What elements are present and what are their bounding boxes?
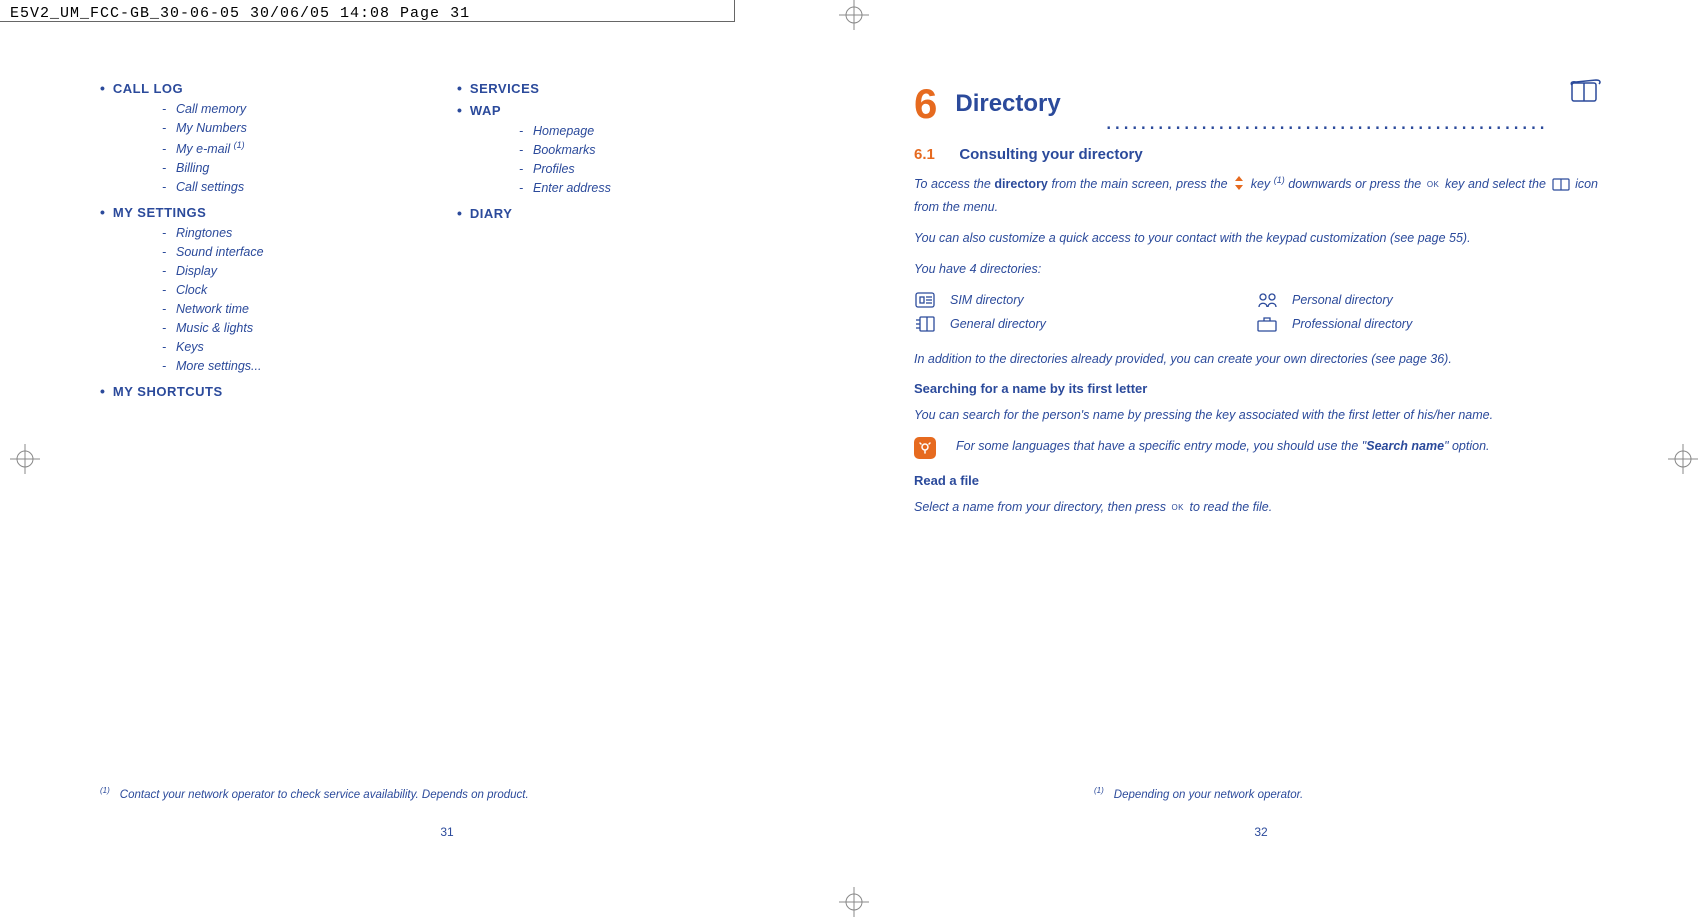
sim-icon: [914, 292, 936, 308]
chapter-number: 6: [914, 80, 937, 128]
menu-heading: MY SHORTCUTS: [113, 384, 223, 399]
menu-item: My e-mail (1): [176, 142, 245, 156]
menu-column-2: •SERVICES •WAP -Homepage -Bookmarks -Pro…: [457, 80, 794, 405]
registration-mark-bottom: [839, 887, 869, 917]
lightbulb-tip-icon: [914, 437, 936, 459]
tip-text: For some languages that have a specific …: [956, 437, 1490, 456]
subheading: Read a file: [914, 473, 1598, 488]
directory-list: SIM directory General directory: [914, 292, 1598, 340]
menu-heading: SERVICES: [470, 81, 540, 96]
menu-heading: CALL LOG: [113, 81, 183, 96]
personal-icon: [1256, 292, 1278, 308]
menu-item: My Numbers: [176, 121, 247, 135]
menu-item: Clock: [176, 283, 207, 297]
registration-mark-left: [10, 444, 40, 474]
body-paragraph: Select a name from your directory, then …: [914, 498, 1598, 517]
body-paragraph: You can search for the person's name by …: [914, 406, 1598, 425]
menu-item: Network time: [176, 302, 249, 316]
page-right: 6 Directory ............................…: [894, 65, 1628, 845]
menu-directory-icon: [1552, 177, 1570, 197]
menu-item: Call memory: [176, 102, 246, 116]
menu-column-1: •CALL LOG -Call memory -My Numbers -My e…: [100, 80, 437, 405]
chapter-title: Directory: [955, 90, 1060, 117]
menu-item: Display: [176, 264, 217, 278]
menu-item: Sound interface: [176, 245, 264, 259]
page-left: •CALL LOG -Call memory -My Numbers -My e…: [80, 65, 814, 845]
page-number: 32: [894, 825, 1628, 839]
menu-item: Profiles: [533, 162, 575, 176]
chapter-heading: 6 Directory ............................…: [914, 80, 1598, 128]
nav-key-icon: [1233, 176, 1245, 196]
leader-dots: ........................................…: [1105, 108, 1548, 136]
document-spread: E5V2_UM_FCC-GB_30-06-05 30/06/05 14:08 P…: [0, 0, 1708, 917]
menu-item: Billing: [176, 161, 209, 175]
menu-item: Ringtones: [176, 226, 232, 240]
body-paragraph: To access the directory from the main sc…: [914, 174, 1598, 217]
menu-heading: MY SETTINGS: [113, 205, 206, 220]
registration-mark-top: [839, 0, 869, 30]
professional-icon: [1256, 316, 1278, 332]
directory-label: Personal directory: [1292, 293, 1393, 307]
tip-row: For some languages that have a specific …: [914, 437, 1598, 459]
menu-item: Keys: [176, 340, 204, 354]
menu-heading: DIARY: [470, 206, 512, 221]
body-paragraph: You can also customize a quick access to…: [914, 229, 1598, 248]
subheading: Searching for a name by its first letter: [914, 381, 1598, 396]
menu-item: Music & lights: [176, 321, 253, 335]
menu-item: Homepage: [533, 124, 594, 138]
directory-label: General directory: [950, 317, 1046, 331]
footnote: (1)Contact your network operator to chec…: [100, 786, 529, 801]
menu-item: Bookmarks: [533, 143, 596, 157]
print-slug: E5V2_UM_FCC-GB_30-06-05 30/06/05 14:08 P…: [0, 0, 735, 22]
menu-item: Call settings: [176, 180, 244, 194]
page-number: 31: [80, 825, 814, 839]
general-icon: [914, 316, 936, 332]
ok-key-icon: OK: [1427, 179, 1440, 191]
menu-item: More settings...: [176, 359, 261, 373]
menu-item: Enter address: [533, 181, 611, 195]
body-paragraph: You have 4 directories:: [914, 260, 1598, 279]
footnote: (1)Depending on your network operator.: [1094, 786, 1303, 801]
registration-mark-right: [1668, 444, 1698, 474]
section-heading: 6.1 Consulting your directory: [914, 146, 1598, 164]
directory-label: Professional directory: [1292, 317, 1412, 331]
menu-heading: WAP: [470, 103, 501, 118]
directory-label: SIM directory: [950, 293, 1024, 307]
directory-icon: [1568, 77, 1604, 112]
body-paragraph: In addition to the directories already p…: [914, 350, 1598, 369]
ok-key-icon: OK: [1171, 502, 1184, 514]
